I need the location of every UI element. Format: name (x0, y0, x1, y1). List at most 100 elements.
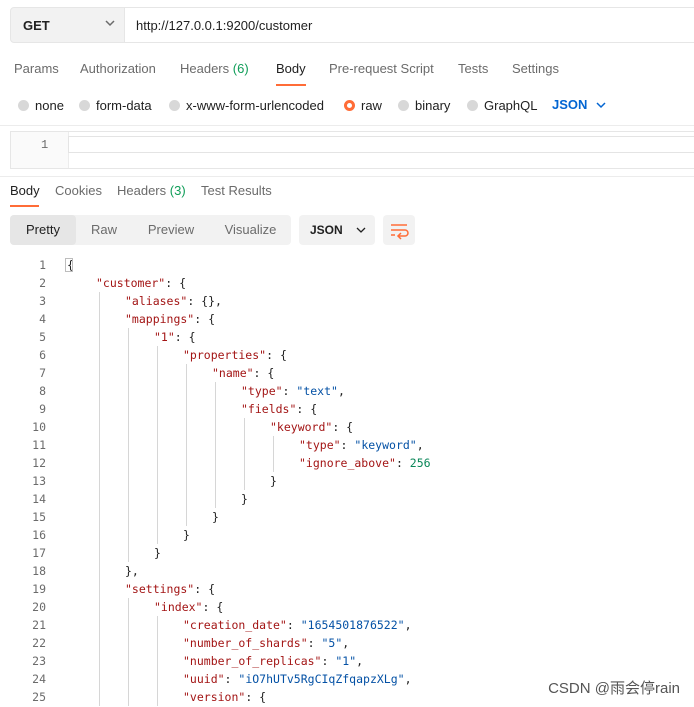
json-punctuation: : (224, 672, 239, 686)
json-punctuation: , (404, 618, 412, 632)
line-number: 17 (32, 546, 46, 560)
code-line: 23 "number_of_replicas": "1", (0, 652, 694, 670)
indent-guide (215, 382, 216, 508)
indent-guide (244, 418, 245, 490)
response-tab-headers[interactable]: Headers (3) (117, 183, 186, 198)
line-number: 1 (39, 258, 46, 272)
json-punctuation: }, (125, 564, 139, 578)
tab-params[interactable]: Params (14, 61, 59, 76)
code-line: 6 "properties": { (0, 346, 694, 364)
json-punctuation: : { (194, 582, 216, 596)
json-key: "aliases" (125, 294, 188, 308)
response-format-select[interactable]: JSON (299, 215, 375, 245)
code-line: 14} (0, 490, 694, 508)
indent-guide (186, 364, 187, 526)
indent-guide (273, 436, 274, 472)
view-mode-pretty[interactable]: Pretty (10, 215, 76, 245)
request-body-editor[interactable]: 1 (10, 131, 694, 169)
editor-gutter: 1 (11, 132, 69, 168)
json-key: "version" (183, 690, 246, 704)
response-tab-cookies[interactable]: Cookies (55, 183, 102, 198)
code-text: "1": { (154, 328, 196, 346)
raw-format-select[interactable]: JSON (552, 97, 607, 112)
json-key: "ignore_above" (299, 456, 396, 470)
wrap-line-button[interactable] (383, 215, 415, 245)
line-number: 19 (32, 582, 46, 596)
code-text: "type": "keyword", (299, 436, 424, 454)
view-mode-visualize[interactable]: Visualize (210, 215, 291, 245)
response-body-viewer[interactable]: 1{2 "customer": {3 "aliases": {}, 4 "mapping… (0, 256, 694, 707)
code-text: "properties": { (183, 346, 287, 364)
code-text: "uuid": "iO7hUTv5RgCIqZfqapzXLg", (183, 670, 412, 688)
method-select[interactable]: GET (10, 7, 125, 43)
radio-none[interactable]: none (18, 98, 64, 113)
json-string: "keyword" (354, 438, 417, 452)
code-line: 4 "mappings": { (0, 310, 694, 328)
code-line: 15} (0, 508, 694, 526)
json-string: "1654501876522" (300, 618, 405, 632)
tab-tests[interactable]: Tests (458, 61, 488, 76)
json-punctuation: : { (165, 276, 187, 290)
json-punctuation: , (416, 438, 424, 452)
chevron-down-icon (356, 227, 366, 233)
response-tab-test-results[interactable]: Test Results (201, 183, 272, 198)
response-tab-body[interactable]: Body (10, 183, 40, 198)
json-punctuation: : { (253, 366, 275, 380)
code-text: "creation_date": "1654501876522", (183, 616, 412, 634)
line-number: 11 (32, 438, 46, 452)
line-number: 13 (32, 474, 46, 488)
code-text: "mappings": { (125, 310, 215, 328)
radio-x-www-form-urlencoded[interactable]: x-www-form-urlencoded (169, 98, 324, 113)
indent-guide (157, 616, 158, 706)
code-text: "keyword": { (270, 418, 353, 436)
json-punctuation: : (395, 456, 410, 470)
line-number: 9 (39, 402, 46, 416)
divider (0, 176, 694, 177)
active-tab-indicator (276, 84, 306, 86)
headers-count: (3) (169, 183, 186, 198)
line-number: 25 (32, 690, 46, 704)
json-punctuation: : (307, 636, 322, 650)
code-text: "settings": { (125, 580, 215, 598)
json-key: "properties" (183, 348, 267, 362)
tab-authorization[interactable]: Authorization (80, 61, 156, 76)
line-number: 2 (39, 276, 46, 290)
tab-settings[interactable]: Settings (512, 61, 559, 76)
json-key: "number_of_replicas" (183, 654, 322, 668)
radio-form-data[interactable]: form-data (79, 98, 152, 113)
line-number: 7 (39, 366, 46, 380)
radio-raw[interactable]: raw (344, 98, 382, 113)
tab-body[interactable]: Body (276, 61, 306, 76)
json-punctuation: : { (296, 402, 318, 416)
code-line: 21 "creation_date": "1654501876522", (0, 616, 694, 634)
chevron-down-icon (105, 20, 115, 27)
radio-graphql[interactable]: GraphQL (467, 98, 537, 113)
line-number: 4 (39, 312, 46, 326)
radio-binary[interactable]: binary (398, 98, 450, 113)
tab-pre-request-script[interactable]: Pre-request Script (329, 61, 434, 76)
code-line: 11 "type": "keyword", (0, 436, 694, 454)
line-number: 5 (39, 330, 46, 344)
code-text: "number_of_replicas": "1", (183, 652, 363, 670)
line-number: 6 (39, 348, 46, 362)
view-mode-raw[interactable]: Raw (76, 215, 132, 245)
json-punctuation: : { (245, 690, 267, 704)
active-line-highlight (68, 136, 694, 153)
json-punctuation: : (340, 438, 355, 452)
view-mode-switch: Pretty Raw Preview Visualize (10, 215, 291, 245)
json-punctuation: : { (332, 420, 354, 434)
view-mode-preview[interactable]: Preview (132, 215, 210, 245)
url-input[interactable]: http://127.0.0.1:9200/customer (125, 7, 694, 43)
line-number: 22 (32, 636, 46, 650)
indent-guide (128, 328, 129, 562)
code-text: } (212, 508, 219, 526)
radio-dot (398, 100, 409, 111)
code-text: "number_of_shards": "5", (183, 634, 349, 652)
json-punctuation: } (183, 528, 190, 542)
tab-headers[interactable]: Headers (6) (180, 61, 249, 76)
code-line: 8 "type": "text", (0, 382, 694, 400)
code-line: 18}, (0, 562, 694, 580)
indent-guide (99, 292, 100, 706)
code-text: } (270, 472, 277, 490)
radio-dot (169, 100, 180, 111)
